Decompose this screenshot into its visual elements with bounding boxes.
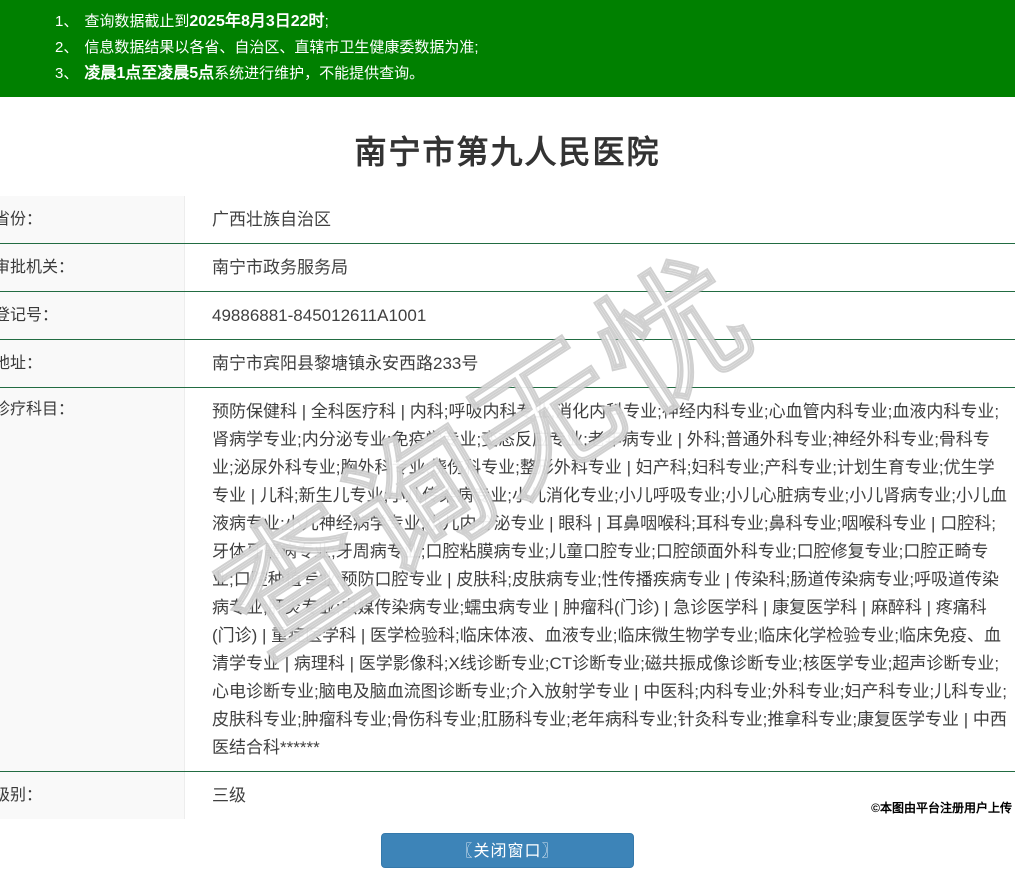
row-label-medical-subjects: 诊疗科目： [0, 388, 185, 771]
close-window-button[interactable]: 〖关闭窗口〗 [381, 833, 634, 868]
row-value-medical-subjects: 预防保健科 | 全科医疗科 | 内科;呼吸内科专业;消化内科专业;神经内科专业;… [185, 388, 1015, 771]
row-label-level: 级别： [0, 772, 185, 819]
notice-text: ; [325, 13, 329, 30]
notice-number: 2、 [55, 39, 78, 56]
notice-banner: 1、查询数据截止到2025年8月3日22时; 2、信息数据结果以各省、自治区、直… [0, 0, 1015, 97]
table-row-level: 级别： 三级 [0, 772, 1015, 819]
row-value-registration-number: 49886881-845012611A1001 [185, 292, 1015, 339]
row-value-approval-authority: 南宁市政务服务局 [185, 244, 1015, 291]
row-label-province: 省份： [0, 196, 185, 243]
row-value-province: 广西壮族自治区 [185, 196, 1015, 243]
notice-number: 3、 [55, 65, 78, 82]
row-label-registration-number: 登记号： [0, 292, 185, 339]
hospital-info-table: 省份： 广西壮族自治区 审批机关： 南宁市政务服务局 登记号： 49886881… [0, 196, 1015, 819]
notice-line-3: 3、凌晨1点至凌晨5点系统进行维护，不能提供查询。 [55, 61, 995, 87]
button-row: 〖关闭窗口〗 [0, 833, 1015, 868]
page-title: 南宁市第九人民医院 [0, 127, 1015, 173]
notice-text: 系统进行维护，不能提供查询。 [214, 65, 424, 82]
table-row-registration-number: 登记号： 49886881-845012611A1001 [0, 292, 1015, 340]
row-label-address: 地址： [0, 340, 185, 387]
notice-bold-text: 凌晨1点至凌晨5点 [84, 65, 214, 82]
notice-number: 1、 [55, 13, 78, 30]
notice-line-1: 1、查询数据截止到2025年8月3日22时; [55, 9, 995, 35]
table-row-province: 省份： 广西壮族自治区 [0, 196, 1015, 244]
copyright-stamp: ©本图由平台注册用户上传 [871, 799, 1012, 816]
row-label-approval-authority: 审批机关： [0, 244, 185, 291]
row-value-address: 南宁市宾阳县黎塘镇永安西路233号 [185, 340, 1015, 387]
table-row-medical-subjects: 诊疗科目： 预防保健科 | 全科医疗科 | 内科;呼吸内科专业;消化内科专业;神… [0, 388, 1015, 772]
table-row-address: 地址： 南宁市宾阳县黎塘镇永安西路233号 [0, 340, 1015, 388]
notice-bold-text: 2025年8月3日22时 [189, 13, 324, 30]
notice-line-2: 2、信息数据结果以各省、自治区、直辖市卫生健康委数据为准; [55, 35, 995, 61]
table-row-approval-authority: 审批机关： 南宁市政务服务局 [0, 244, 1015, 292]
notice-text: 信息数据结果以各省、自治区、直辖市卫生健康委数据为准; [84, 39, 478, 56]
notice-text: 查询数据截止到 [84, 13, 189, 30]
